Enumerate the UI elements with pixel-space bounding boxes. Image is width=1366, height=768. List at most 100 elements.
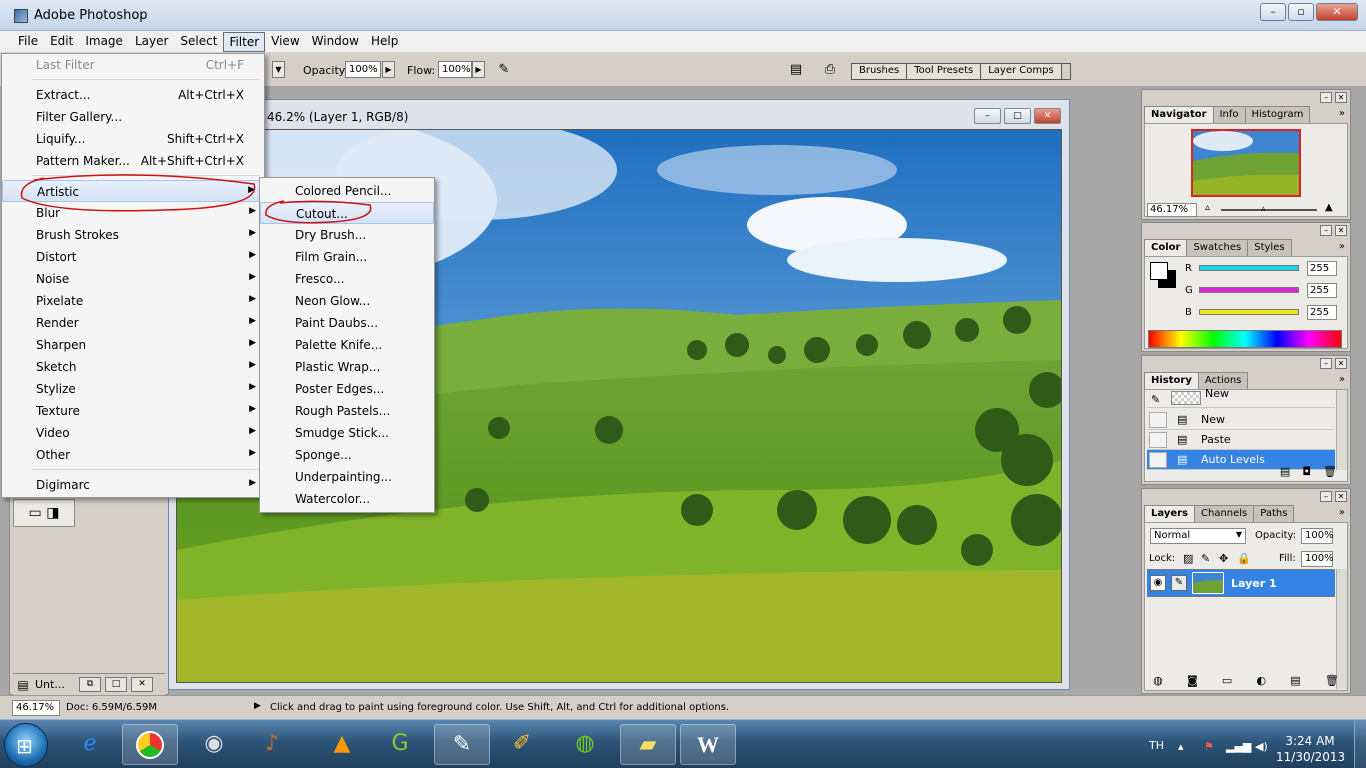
flow-field[interactable]: 100% [438,61,472,78]
greenshot-icon[interactable]: G [372,724,428,765]
menu-item-dry-brush[interactable]: Dry Brush... [260,224,434,246]
menu-item-film-grain[interactable]: Film Grain... [260,246,434,268]
flow-arrow[interactable]: ▶ [472,61,485,78]
menu-item-artistic[interactable]: Artistic ▶ [2,180,264,202]
quick-mask-icon[interactable]: ▭ ◨ [13,499,75,527]
color-spectrum-ramp[interactable] [1148,330,1342,348]
menu-item-plastic-wrap[interactable]: Plastic Wrap... [260,356,434,378]
lock-position-icon[interactable]: ✥ [1219,552,1228,565]
tab-history[interactable]: History [1144,372,1199,389]
menu-item-video[interactable]: Video ▶ [2,422,264,444]
panel-menu-icon[interactable]: » [1339,241,1345,252]
panel-menu-icon[interactable]: » [1339,374,1345,385]
menu-item-digimarc[interactable]: Digimarc ▶ [2,474,264,496]
clock-time[interactable]: 3:24 AM [1280,734,1340,748]
menu-item-noise[interactable]: Noise ▶ [2,268,264,290]
menu-item-pattern-maker[interactable]: Pattern Maker... Alt+Shift+Ctrl+X [2,150,264,172]
close-button[interactable]: ✕ [1316,3,1358,21]
menu-item-colored-pencil[interactable]: Colored Pencil... [260,180,434,202]
navigator-zoom-field[interactable]: 46.17% [1147,203,1197,217]
lock-all-icon[interactable]: 🔒 [1237,552,1251,565]
blue-channel-slider[interactable] [1199,309,1299,315]
panel-menu-icon[interactable]: » [1339,507,1345,518]
panel-close-icon[interactable]: ✕ [1335,491,1347,502]
layer-mask-icon[interactable]: ◙ [1187,674,1198,690]
foreground-color-swatch[interactable] [1150,262,1168,280]
zoom-in-icon[interactable]: ▲ [1325,202,1333,213]
menu-item-sharpen[interactable]: Sharpen ▶ [2,334,264,356]
panel-close-icon[interactable]: ✕ [1335,92,1347,103]
layer-opacity-field[interactable]: 100% [1301,528,1334,544]
history-step[interactable]: ▤ Paste [1147,430,1335,450]
minidoc-maximize-button[interactable]: □ [105,677,127,692]
menu-item-rough-pastels[interactable]: Rough Pastels... [260,400,434,422]
menu-window[interactable]: Window [306,31,365,52]
menu-view[interactable]: View [265,31,305,52]
zoom-slider-thumb[interactable]: ▵ [1261,204,1266,214]
airbrush-icon[interactable]: ✎ [495,61,513,79]
zoom-out-icon[interactable]: ▵ [1205,202,1210,213]
violin-icon[interactable]: ♪ [244,724,300,765]
history-step[interactable]: ▤ New [1147,410,1335,430]
doc-maximize-button[interactable]: □ [1004,108,1031,124]
layer-row[interactable]: ◉ ✎ Layer 1 [1147,569,1335,597]
history-snapshot[interactable]: ✎ New [1147,387,1335,408]
red-channel-slider[interactable] [1199,265,1299,271]
menu-item-poster-edges[interactable]: Poster Edges... [260,378,434,400]
menu-item-texture[interactable]: Texture ▶ [2,400,264,422]
opacity-arrow[interactable]: ▶ [382,61,395,78]
layer-set-icon[interactable]: ▭ [1222,674,1232,690]
tray-expand-icon[interactable]: ▴ [1178,740,1184,753]
red-channel-value[interactable]: 255 [1307,261,1337,276]
eye-icon[interactable]: ◉ [1150,575,1166,591]
tab-paths[interactable]: Paths [1253,505,1295,522]
fill-field[interactable]: 100% [1301,551,1334,567]
panel-menu-icon[interactable]: » [1339,108,1345,119]
history-brush-source-box[interactable] [1149,432,1167,448]
menu-item-extract[interactable]: Extract... Alt+Ctrl+X [2,84,264,106]
menu-item-last-filter[interactable]: Last Filter Ctrl+F [2,54,264,76]
clock-date[interactable]: 11/30/2013 [1276,750,1345,764]
menu-item-render[interactable]: Render ▶ [2,312,264,334]
restore-button[interactable]: ▫ [1288,3,1314,21]
menu-item-smudge-stick[interactable]: Smudge Stick... [260,422,434,444]
menu-item-paint-daubs[interactable]: Paint Daubs... [260,312,434,334]
volume-icon[interactable]: ◀) [1255,740,1268,753]
menu-layer[interactable]: Layer [129,31,174,52]
status-menu-arrow-icon[interactable]: ▶ [254,701,261,711]
menu-image[interactable]: Image [79,31,129,52]
network-signal-icon[interactable]: ▂▄▆ [1226,740,1251,753]
minidoc-restore-button[interactable]: ⧉ [79,677,101,692]
menu-item-liquify[interactable]: Liquify... Shift+Ctrl+X [2,128,264,150]
menu-item-sponge[interactable]: Sponge... [260,444,434,466]
panel-close-icon[interactable]: ✕ [1335,358,1347,369]
word-icon[interactable]: W [680,724,736,765]
folder-cam-icon[interactable]: ◉ [186,724,242,765]
menu-item-neon-glow[interactable]: Neon Glow... [260,290,434,312]
green-channel-slider[interactable] [1199,287,1299,293]
menu-item-watercolor[interactable]: Watercolor... [260,488,434,510]
doc-close-button[interactable]: ✕ [1034,108,1061,124]
tab-color[interactable]: Color [1144,239,1188,256]
minimize-button[interactable]: – [1260,3,1286,21]
brush-icon[interactable]: ✎ [1171,575,1187,591]
start-button[interactable]: ⊞ [4,723,48,767]
menu-item-stylize[interactable]: Stylize ▶ [2,378,264,400]
photoshop-icon[interactable]: ✎ [434,724,490,765]
vlc-icon[interactable]: ▲ [314,724,370,765]
tab-layers[interactable]: Layers [1144,505,1195,522]
tab-brushes[interactable]: Brushes [852,64,908,79]
menu-item-distort[interactable]: Distort ▶ [2,246,264,268]
explorer-icon[interactable]: ▰ [620,724,676,765]
menu-file[interactable]: File [12,31,44,52]
menu-item-cutout[interactable]: Cutout... [260,202,434,224]
opacity-field[interactable]: 100% [345,61,381,78]
navigator-thumbnail[interactable] [1191,129,1301,197]
foreground-background-swatch[interactable] [1150,262,1180,292]
file-browser-icon[interactable]: ▤ [787,61,805,79]
tab-navigator[interactable]: Navigator [1144,106,1214,123]
print-icon[interactable]: ⎙ [821,61,839,79]
menu-item-other[interactable]: Other ▶ [2,444,264,466]
action-center-icon[interactable]: ⚑ [1204,740,1214,753]
panel-minimize-icon[interactable]: – [1320,491,1332,502]
